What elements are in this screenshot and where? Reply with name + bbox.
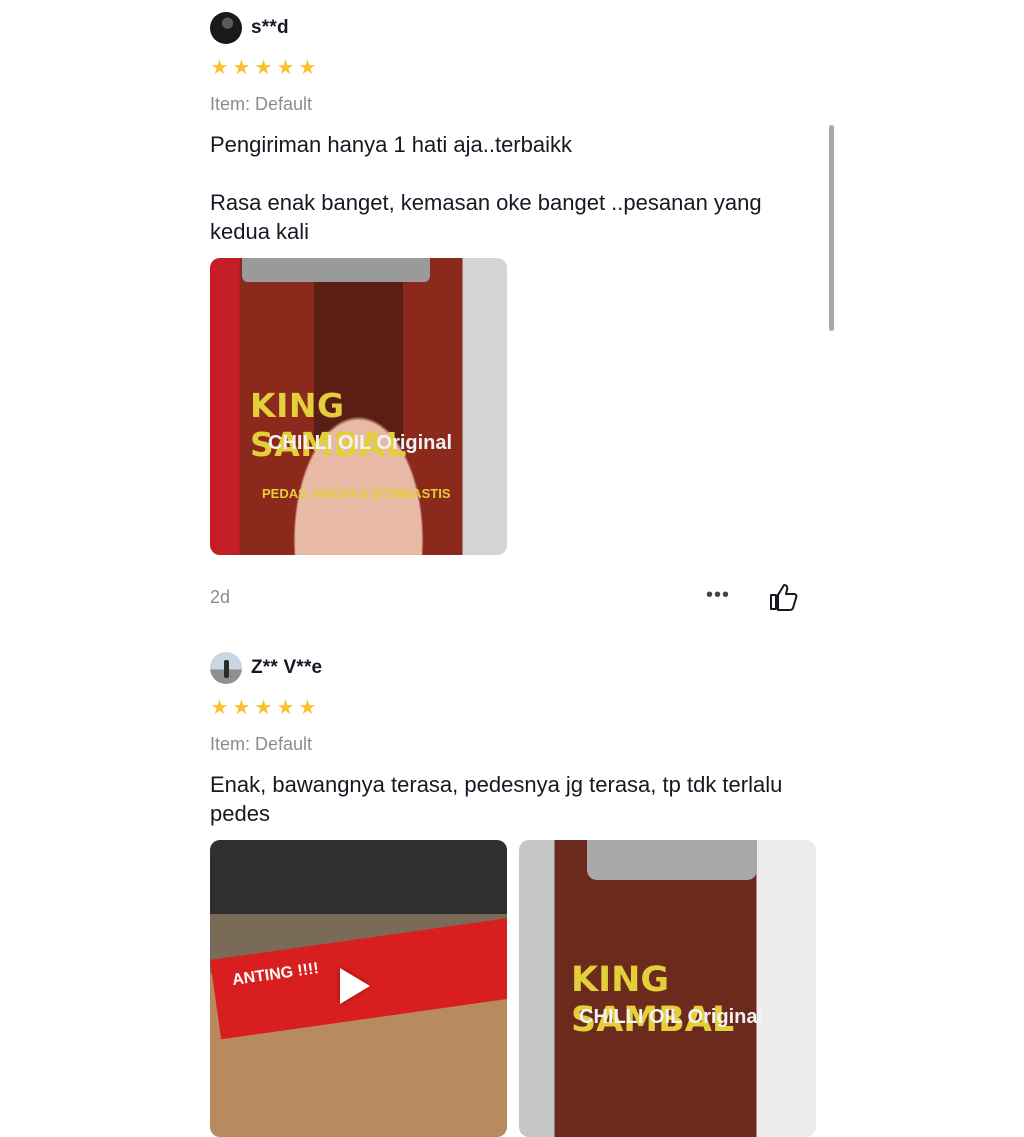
avatar[interactable] [210, 652, 242, 684]
review-photo[interactable]: KING SAMBAL CHILLI OIL Original [519, 840, 816, 1137]
review-photos: KING SAMBAL CHILLI OIL Original PEDAS, N… [210, 258, 820, 555]
star-icon: ★ [210, 57, 229, 79]
review-header: Z** V**e [210, 652, 820, 684]
scrollbar[interactable] [829, 125, 834, 331]
play-icon[interactable] [340, 968, 370, 1004]
avatar[interactable] [210, 12, 242, 44]
item-variant: Item: Default [210, 734, 313, 754]
jar-lid [242, 258, 430, 282]
star-icon: ★ [210, 697, 229, 719]
review-photos: ANTING !!!! KING SAMBAL CHILLI OIL Origi… [210, 840, 820, 1137]
review-text: Pengiriman hanya 1 hati aja..terbaikk Ra… [210, 132, 762, 244]
thumbs-up-icon[interactable] [768, 582, 800, 612]
star-icon: ★ [232, 57, 251, 79]
star-icon: ★ [298, 57, 317, 79]
star-rating: ★ ★ ★ ★ ★ [210, 54, 820, 82]
jar-lid [587, 840, 757, 880]
username: s**d [251, 17, 289, 38]
review-text: Enak, bawangnya terasa, pedesnya jg tera… [210, 772, 783, 826]
item-variant: Item: Default [210, 94, 313, 114]
star-icon: ★ [232, 697, 251, 719]
star-rating: ★ ★ ★ ★ ★ [210, 694, 820, 722]
photo-tagline-label: PEDAS, NAGIH & BOMBASTIS [262, 486, 451, 501]
star-icon: ★ [298, 697, 317, 719]
review-card: s**d ★ ★ ★ ★ ★ Item: Default Pengiriman … [210, 12, 820, 612]
review-date: 2d [210, 586, 231, 607]
star-icon: ★ [276, 57, 295, 79]
star-icon: ★ [254, 697, 273, 719]
photo-product-label: CHILLI OIL Original [268, 432, 453, 454]
more-horizontal-icon[interactable]: ••• [706, 584, 730, 607]
review-video[interactable]: ANTING !!!! [210, 840, 507, 1137]
review-header: s**d [210, 12, 820, 44]
photo-product-label: CHILLI OIL Original [579, 1006, 764, 1028]
review-footer: 2d ••• [210, 582, 820, 612]
star-icon: ★ [276, 697, 295, 719]
review-card: Z** V**e ★ ★ ★ ★ ★ Item: Default Enak, b… [210, 652, 820, 1137]
username: Z** V**e [251, 657, 323, 678]
review-photo[interactable]: KING SAMBAL CHILLI OIL Original PEDAS, N… [210, 258, 507, 555]
star-icon: ★ [254, 57, 273, 79]
